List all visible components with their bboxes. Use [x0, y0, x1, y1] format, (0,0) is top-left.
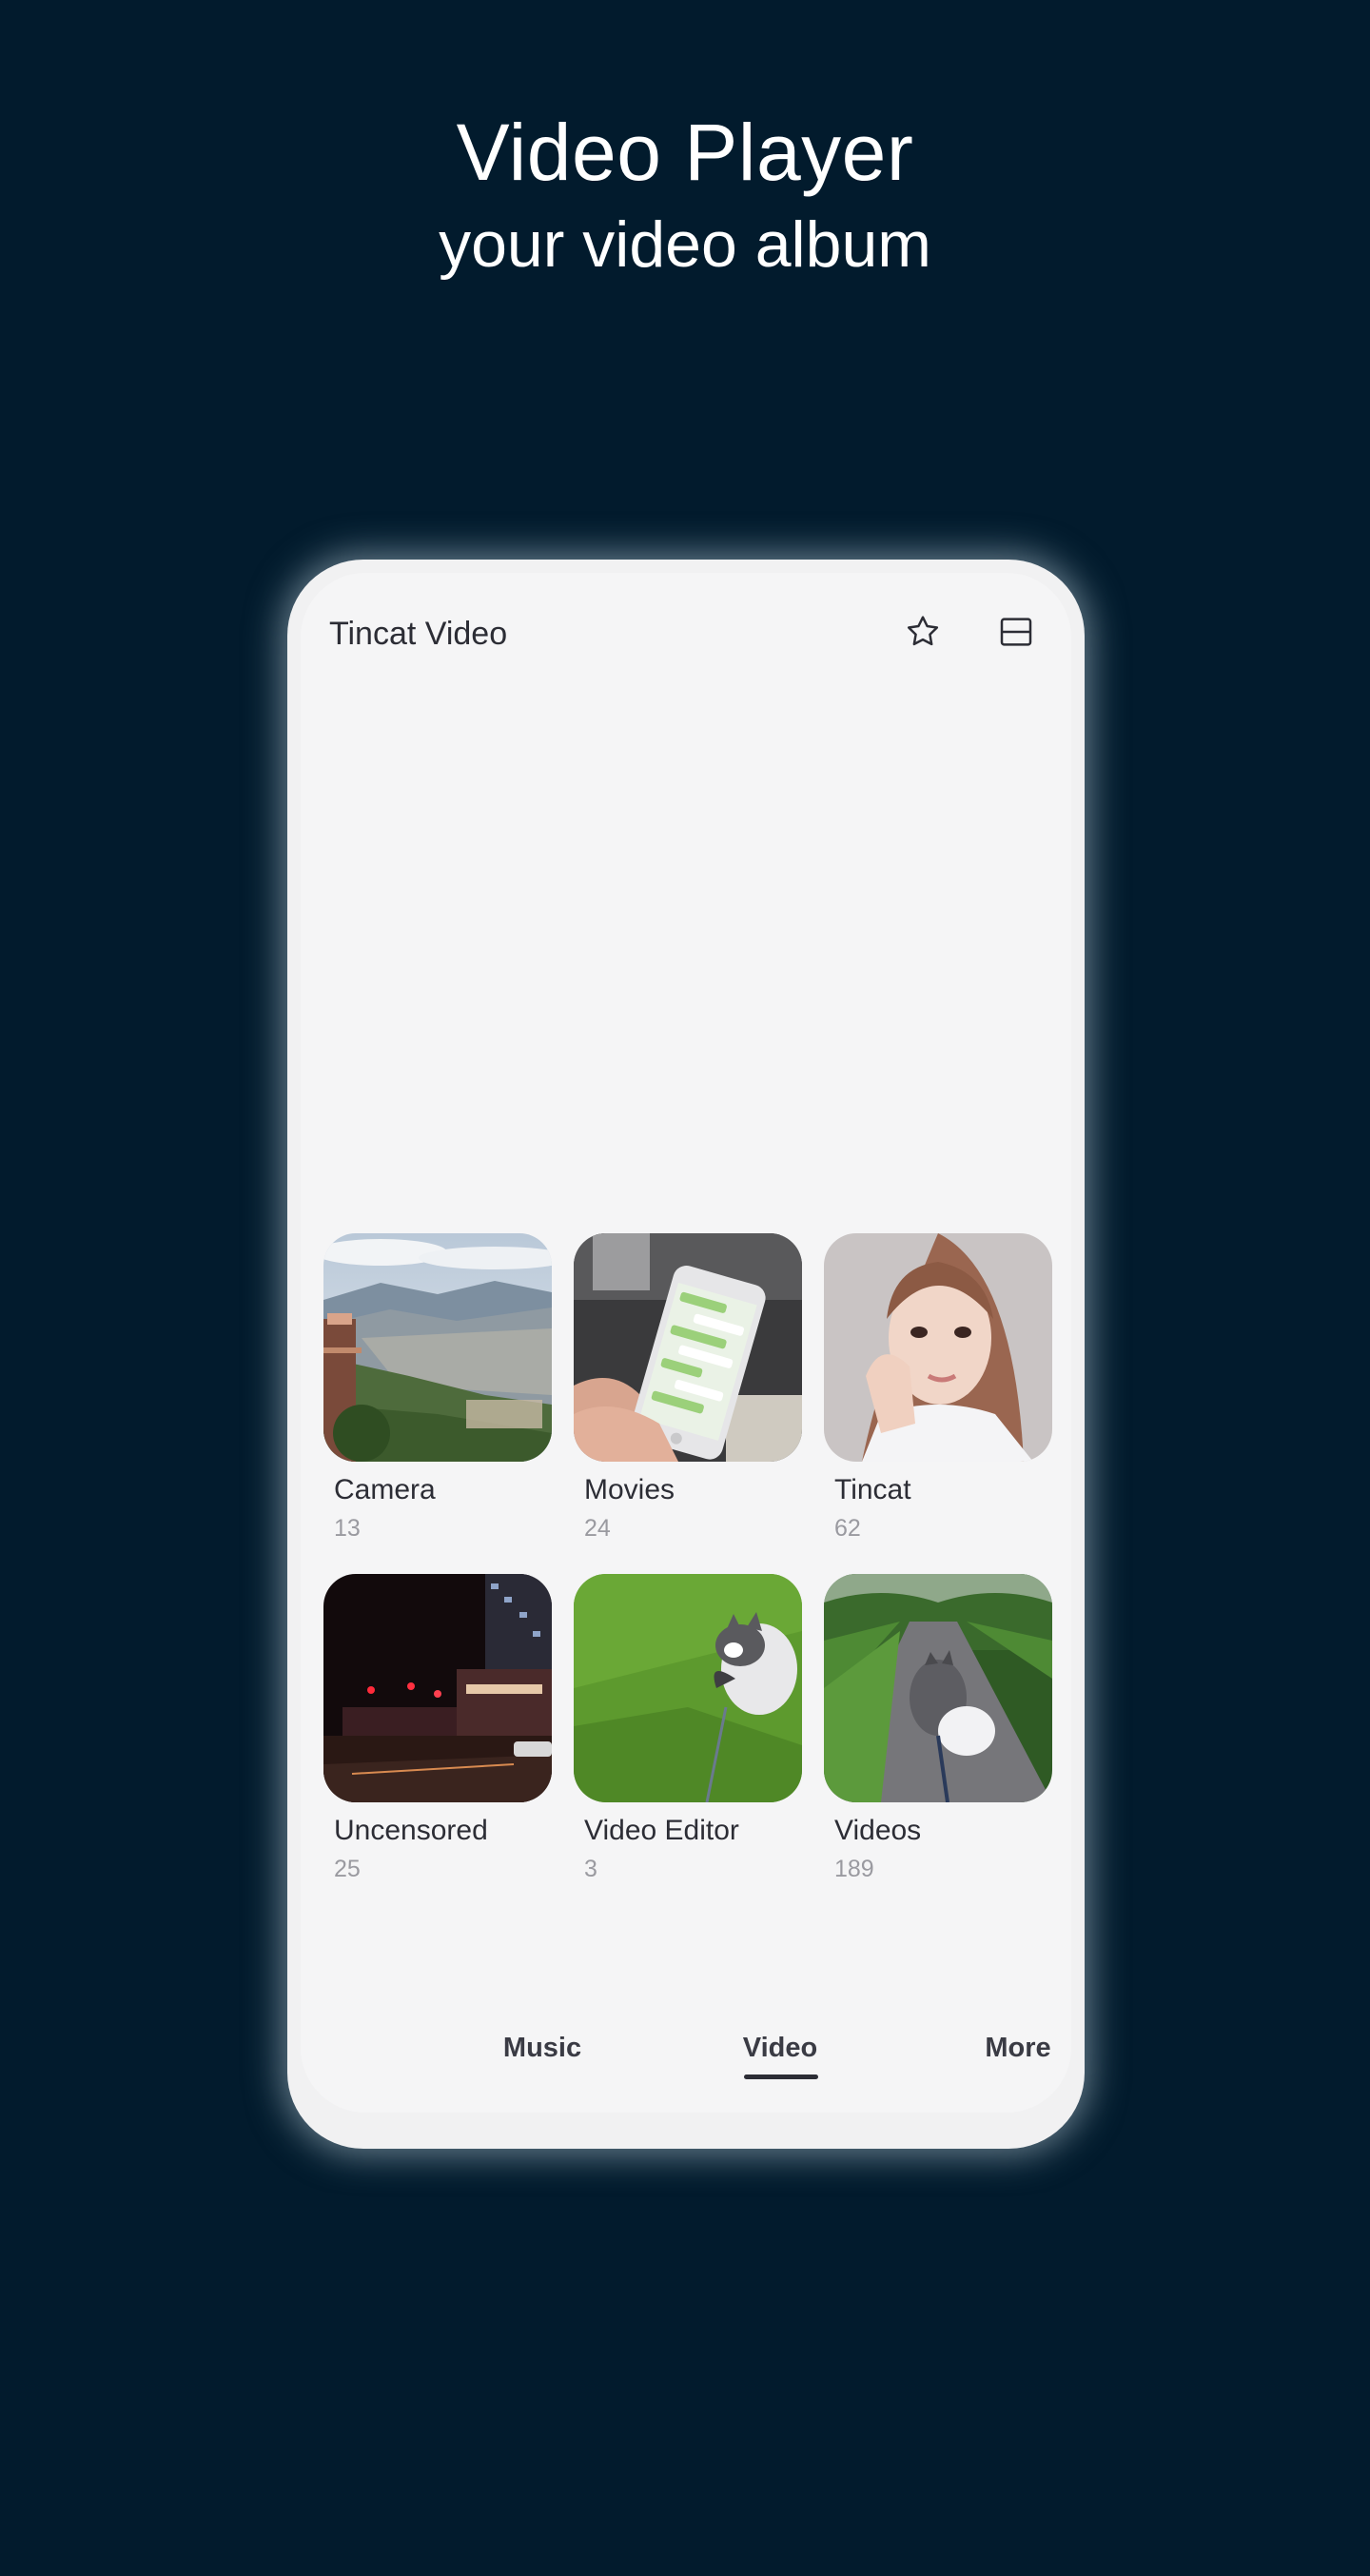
album-name: Movies — [584, 1474, 675, 1505]
album-name: Videos — [834, 1815, 922, 1846]
active-tab-indicator — [744, 2075, 818, 2079]
album-name: Video Editor — [584, 1815, 739, 1846]
album-name: Tincat — [834, 1474, 911, 1505]
phone-frame: Tincat Video Camera 13 Movies 24 Tincat … — [287, 560, 1085, 2149]
star-icon — [907, 616, 939, 646]
album-thumbnail — [574, 1233, 802, 1462]
dog-on-grass-thumbnail — [574, 1574, 802, 1802]
app-screen: Tincat Video Camera 13 Movies 24 Tincat … — [301, 573, 1071, 2113]
album-count: 62 — [834, 1515, 861, 1542]
album-thumbnail — [323, 1574, 552, 1802]
portrait-thumbnail — [824, 1233, 1052, 1462]
app-title: Tincat Video — [329, 616, 508, 652]
phone-chat-thumbnail — [574, 1233, 802, 1462]
layout-toggle-button[interactable] — [989, 605, 1043, 659]
album-count: 25 — [334, 1856, 361, 1882]
mountain-landscape-thumbnail — [323, 1233, 552, 1462]
album-thumbnail — [574, 1574, 802, 1802]
album-count: 189 — [834, 1856, 874, 1882]
album-thumbnail — [824, 1233, 1052, 1462]
nav-tab-video[interactable]: Video — [685, 2029, 875, 2067]
album-thumbnail — [323, 1233, 552, 1462]
promo-title: Video Player — [456, 108, 914, 197]
bottom-navigation: Music Video More — [301, 2029, 1071, 2105]
album-name: Camera — [334, 1474, 436, 1505]
nav-tab-music[interactable]: Music — [447, 2029, 637, 2067]
dog-on-path-thumbnail — [824, 1574, 1052, 1802]
album-count: 24 — [584, 1515, 611, 1542]
night-street-thumbnail — [323, 1574, 552, 1802]
album-name: Uncensored — [334, 1815, 488, 1846]
album-count: 3 — [584, 1856, 597, 1882]
album-thumbnail — [824, 1574, 1052, 1802]
view-layout-icon — [1000, 618, 1032, 646]
nav-tab-more[interactable]: More — [923, 2029, 1071, 2067]
album-count: 13 — [334, 1515, 361, 1542]
favorites-button[interactable] — [896, 605, 949, 659]
app-bar: Tincat Video — [301, 573, 1071, 678]
promo-subtitle: your video album — [439, 208, 931, 281]
